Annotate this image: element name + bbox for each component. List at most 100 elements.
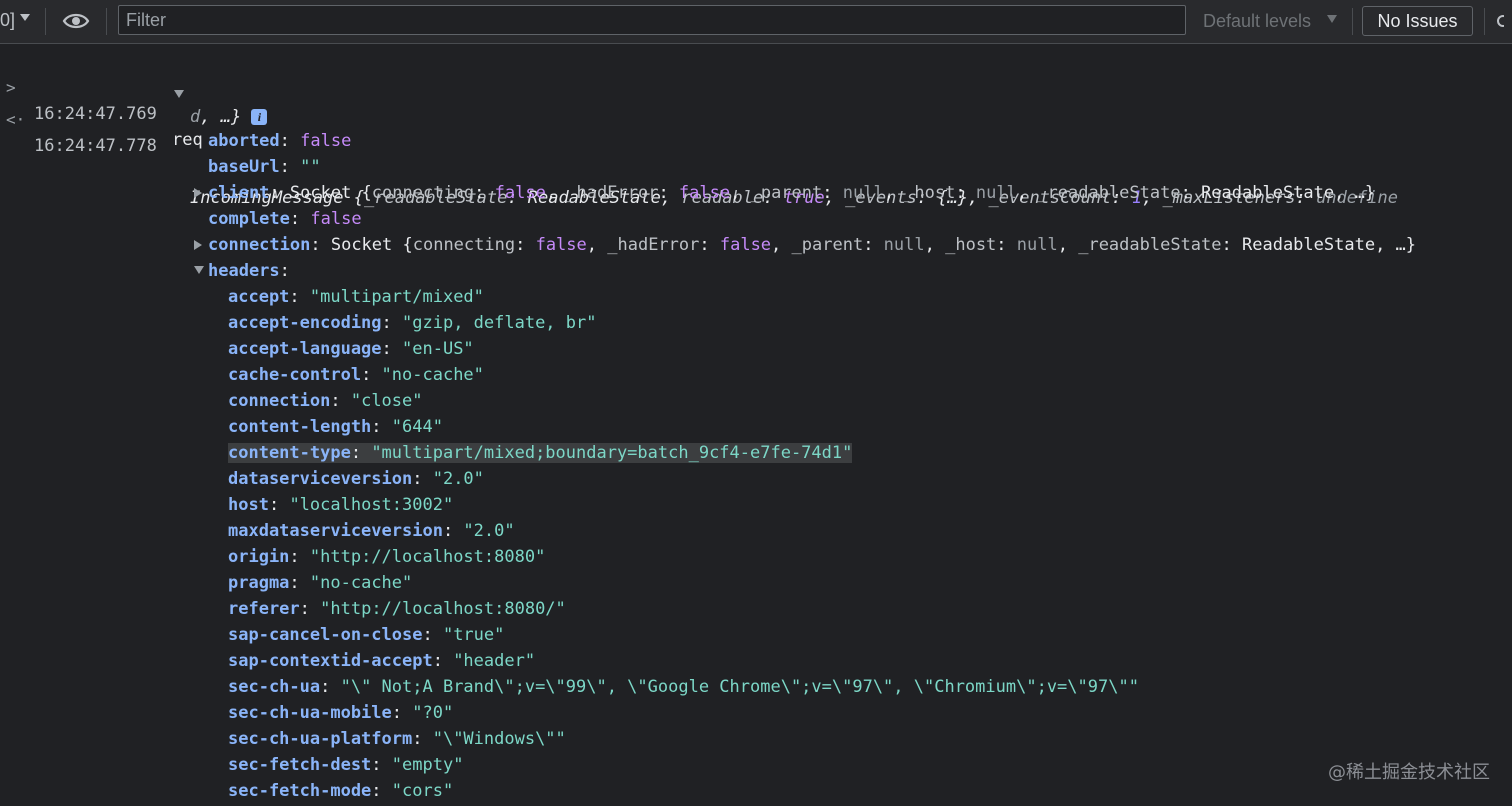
watermark: @稀土掘金技术社区 bbox=[1328, 762, 1490, 783]
property-value: false bbox=[300, 131, 352, 151]
filter-input[interactable] bbox=[118, 5, 1186, 35]
summary-value: null bbox=[842, 183, 884, 203]
comma: , bbox=[730, 183, 751, 203]
output-return-icon: <· bbox=[6, 110, 26, 129]
header-key: sec-ch-ua-platform bbox=[228, 729, 413, 749]
property-row-headers[interactable]: headers: bbox=[194, 258, 290, 284]
summary-key: _readableState bbox=[1037, 183, 1181, 203]
header-row: cache-control: "no-cache" bbox=[228, 362, 484, 388]
header-value: "empty" bbox=[391, 755, 464, 775]
header-key: sec-ch-ua-mobile bbox=[228, 703, 392, 723]
property-key: complete bbox=[208, 209, 290, 229]
header-row: content-type: "multipart/mixed;boundary=… bbox=[228, 440, 853, 466]
colon: : bbox=[289, 573, 310, 593]
preview-ellipsis: …} bbox=[220, 107, 242, 127]
toolbar-divider bbox=[1352, 8, 1353, 35]
header-entry: content-type: "multipart/mixed;boundary=… bbox=[228, 443, 853, 463]
expand-toggle-icon[interactable] bbox=[194, 240, 202, 250]
header-value: "cors" bbox=[391, 781, 454, 801]
colon: : bbox=[371, 755, 392, 775]
header-entry: pragma: "no-cache" bbox=[228, 573, 412, 593]
class-name: Socket { bbox=[320, 235, 413, 255]
header-row: origin: "http://localhost:8080" bbox=[228, 544, 545, 570]
log-levels-dropdown[interactable]: Default levels bbox=[1203, 11, 1311, 32]
header-key: sec-fetch-mode bbox=[228, 781, 372, 801]
property-row-connection[interactable]: connection: Socket {connecting: false, _… bbox=[194, 232, 1416, 258]
info-icon[interactable]: i bbox=[251, 109, 268, 125]
colon: : bbox=[350, 443, 372, 463]
header-row: accept-language: "en-US" bbox=[228, 336, 474, 362]
colon: : bbox=[381, 313, 403, 333]
ellipsis: …} bbox=[1354, 183, 1376, 203]
header-entry: content-length: "644" bbox=[228, 417, 443, 437]
console-input-line: > 16:24:47.769 req bbox=[0, 49, 203, 150]
header-value: "true" bbox=[442, 625, 505, 645]
colon: : bbox=[412, 729, 433, 749]
context-dropdown-icon[interactable] bbox=[20, 14, 30, 21]
header-entry: connection: "close" bbox=[228, 391, 423, 411]
header-value: "?0" bbox=[412, 703, 454, 723]
header-entry: sec-ch-ua: "\" Not;A Brand\";v=\"99\", \… bbox=[228, 677, 1139, 697]
header-value: "2.0" bbox=[463, 521, 515, 541]
summary-value: null bbox=[1016, 235, 1058, 255]
property-row-client[interactable]: client: Socket {connecting: false, _hadE… bbox=[194, 180, 1376, 206]
eye-icon[interactable] bbox=[62, 11, 90, 31]
header-row: connection: "close" bbox=[228, 388, 423, 414]
expand-toggle-icon[interactable] bbox=[194, 188, 202, 198]
colon: : bbox=[1221, 235, 1242, 255]
header-value: "gzip, deflate, br" bbox=[402, 313, 597, 333]
settings-gear-icon[interactable] bbox=[1494, 8, 1504, 34]
colon: : bbox=[381, 339, 403, 359]
header-key: maxdataserviceversion bbox=[228, 521, 443, 541]
summary-key: _hadError bbox=[566, 183, 659, 203]
colon: : bbox=[310, 235, 321, 255]
summary-key: _parent bbox=[750, 183, 823, 203]
summary-key: _hadError bbox=[607, 235, 700, 255]
header-row: sec-ch-ua-platform: "\"Windows\"" bbox=[228, 726, 566, 752]
summary-value: null bbox=[883, 235, 925, 255]
class-name: Socket { bbox=[279, 183, 372, 203]
header-value: "2.0" bbox=[432, 469, 484, 489]
property-value: "" bbox=[300, 157, 321, 177]
property-key: connection bbox=[208, 235, 311, 255]
colon: : bbox=[289, 209, 301, 229]
header-entry: origin: "http://localhost:8080" bbox=[228, 547, 545, 567]
chevron-down-icon[interactable] bbox=[1327, 15, 1337, 23]
header-entry: maxdataserviceversion: "2.0" bbox=[228, 521, 515, 541]
header-value: "en-US" bbox=[402, 339, 474, 359]
header-key: content-length bbox=[228, 417, 372, 437]
header-entry: accept: "multipart/mixed" bbox=[228, 287, 484, 307]
header-key: content-type bbox=[228, 443, 351, 463]
header-key: sec-fetch-dest bbox=[228, 755, 372, 775]
comma: , bbox=[1375, 235, 1396, 255]
header-entry: sec-ch-ua-mobile: "?0" bbox=[228, 703, 453, 723]
header-entry: host: "localhost:3002" bbox=[228, 495, 453, 515]
header-row: sap-cancel-on-close: "true" bbox=[228, 622, 504, 648]
header-row: sec-ch-ua-mobile: "?0" bbox=[228, 700, 453, 726]
colon: : bbox=[289, 547, 310, 567]
header-row: sec-fetch-mode: "cors" bbox=[228, 778, 453, 804]
summary-key: connecting bbox=[371, 183, 475, 203]
summary-value: false bbox=[494, 183, 546, 203]
header-key: cache-control bbox=[228, 365, 362, 385]
collapse-toggle-icon[interactable] bbox=[194, 266, 204, 274]
colon: : bbox=[412, 469, 433, 489]
context-selector-label[interactable]: 0] bbox=[0, 10, 15, 31]
colon: : bbox=[330, 391, 351, 411]
property-key: client bbox=[208, 183, 270, 203]
header-key: sec-ch-ua bbox=[228, 677, 321, 697]
header-row: sec-ch-ua: "\" Not;A Brand\";v=\"99\", \… bbox=[228, 674, 1139, 700]
object-preview-wrap: d, …} i bbox=[190, 104, 268, 130]
console-toolbar: 0] Default levels No Issues bbox=[0, 0, 1512, 44]
summary-value: null bbox=[975, 183, 1017, 203]
property-key: aborted bbox=[208, 131, 280, 151]
header-value: "http://localhost:8080/" bbox=[320, 599, 566, 619]
summary-key: _parent bbox=[791, 235, 864, 255]
colon: : bbox=[269, 183, 280, 203]
expand-toggle-icon[interactable] bbox=[174, 81, 184, 107]
property-key: baseUrl bbox=[208, 157, 280, 177]
issues-button[interactable]: No Issues bbox=[1362, 6, 1473, 36]
header-row: dataserviceversion: "2.0" bbox=[228, 466, 484, 492]
timestamp: 16:24:47.778 bbox=[34, 136, 157, 156]
